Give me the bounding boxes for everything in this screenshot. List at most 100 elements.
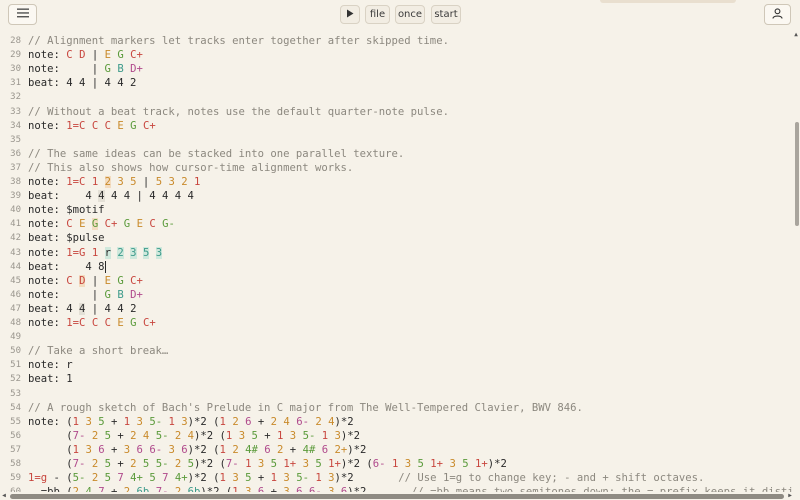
- code-text: note: C D | E G C+: [28, 274, 143, 288]
- code-token: |: [136, 176, 156, 188]
- code-token: )*2: [334, 415, 354, 428]
- code-token: D+: [130, 288, 143, 301]
- line-number: 52: [10, 374, 21, 385]
- code-line[interactable]: 40 note: $motif: [0, 203, 792, 217]
- line-number: 43: [10, 247, 21, 258]
- code-line[interactable]: 51 note: r: [0, 358, 792, 372]
- file-button[interactable]: file: [365, 5, 390, 24]
- once-button[interactable]: once: [395, 5, 425, 24]
- code-line[interactable]: 45 note: C D | E G C+: [0, 274, 792, 288]
- start-button[interactable]: start: [431, 5, 461, 24]
- code-line[interactable]: 32: [0, 90, 792, 104]
- code-token: +: [251, 415, 271, 428]
- code-line[interactable]: 53: [0, 387, 792, 401]
- code-token: 7-: [72, 458, 86, 470]
- code-line[interactable]: 57 (1 3 6 + 3 6 6- 3 6)*2 (1 2 4# 6 2 + …: [0, 443, 792, 457]
- code-line[interactable]: 35: [0, 133, 792, 147]
- line-number: 29: [10, 50, 21, 61]
- code-line[interactable]: 42 beat: $pulse: [0, 231, 792, 245]
- line-number: 31: [10, 78, 21, 89]
- code-line[interactable]: 28 // Alignment markers let tracks enter …: [0, 34, 792, 48]
- code-line[interactable]: 48 note: 1=C C C E G C+: [0, 316, 792, 330]
- menu-button[interactable]: [8, 4, 37, 25]
- code-token: beat: 4: [28, 302, 80, 315]
- code-line[interactable]: 31 beat: 4 4 | 4 4 2: [0, 76, 792, 90]
- code-token: 4#: [245, 443, 258, 456]
- code-token: 2+: [334, 443, 348, 456]
- scroll-right-arrow-icon[interactable]: ▶: [786, 492, 794, 500]
- code-token: beat: 4 4 | 4 4 2: [28, 77, 137, 90]
- line-number: 33: [10, 106, 21, 117]
- code-line[interactable]: 34 note: 1=C C C E G C+: [0, 119, 792, 133]
- code-line[interactable]: 29 note: C D | E G C+: [0, 48, 792, 62]
- code-line[interactable]: 33 // Without a beat track, notes use the…: [0, 105, 792, 119]
- top-toolbar: file once start: [0, 0, 800, 30]
- code-token: - (: [47, 472, 73, 485]
- line-number: 39: [10, 191, 21, 202]
- code-token: +: [104, 443, 124, 456]
- vertical-scrollbar-thumb[interactable]: [795, 122, 799, 226]
- code-text: note: | G B D+: [28, 288, 143, 302]
- code-line[interactable]: 60 =bb (2 4 7 + 2 6b 7- 2 6b)*2 (1 3 6 +…: [0, 485, 792, 492]
- scroll-left-arrow-icon[interactable]: ◀: [0, 492, 8, 500]
- line-number: 35: [10, 134, 21, 145]
- code-line[interactable]: 43 note: 1=G 1 r 2 3 5 3: [0, 246, 792, 260]
- code-line[interactable]: 59 1=g - (5- 2 5 7 4+ 5 7 4+)*2 (1 3 5 + …: [0, 471, 792, 485]
- code-line[interactable]: 36 // The same ideas can be stacked into …: [0, 147, 792, 161]
- code-token: note: |: [28, 63, 105, 76]
- code-editor[interactable]: 28 // Alignment markers let tracks enter …: [0, 30, 792, 492]
- user-button[interactable]: [764, 4, 791, 25]
- code-token: 4#: [302, 443, 316, 456]
- line-number: 57: [10, 444, 21, 455]
- line-number: 50: [10, 346, 21, 357]
- code-token: 1=G: [66, 246, 86, 259]
- scroll-up-arrow-icon[interactable]: ▲: [792, 31, 800, 39]
- horizontal-scrollbar-thumb[interactable]: [10, 494, 784, 499]
- code-line[interactable]: 37 // This also shows how cursor-time ali…: [0, 161, 792, 175]
- line-number: 32: [10, 92, 21, 103]
- code-token: beat: 1: [28, 373, 73, 386]
- code-line[interactable]: 46 note: | G B D+: [0, 288, 792, 302]
- code-token: | 4 4 2: [85, 302, 137, 315]
- code-token: 6-: [296, 415, 309, 428]
- code-token: G-: [162, 218, 175, 231]
- code-token: beat: 4: [28, 190, 99, 203]
- code-line[interactable]: 39 beat: 4 4 4 4 | 4 4 4 4: [0, 189, 792, 203]
- play-button[interactable]: [340, 5, 360, 24]
- code-token: C+: [142, 119, 156, 132]
- line-number: 44: [10, 261, 21, 272]
- vertical-scrollbar-track[interactable]: [792, 30, 800, 492]
- code-comment: // Take a short break…: [28, 345, 169, 358]
- code-line[interactable]: 38 note: 1=C 1 2 3 5 | 5 3 2 1: [0, 175, 792, 189]
- code-token: 1=C: [66, 317, 86, 329]
- code-line[interactable]: 50 // Take a short break…: [0, 344, 792, 358]
- line-number: 53: [10, 388, 21, 399]
- code-token: note: $motif: [28, 204, 105, 217]
- code-text: // Without a beat track, notes use the d…: [28, 105, 449, 119]
- code-line[interactable]: 54 // A rough sketch of Bach's Prelude in…: [0, 401, 792, 415]
- code-line[interactable]: 44 beat: 4 8: [0, 260, 792, 274]
- line-number: 37: [10, 162, 21, 173]
- code-line[interactable]: 41 note: C E G C+ G E C G-: [0, 217, 792, 231]
- code-line[interactable]: 47 beat: 4 4 | 4 4 2: [0, 302, 792, 316]
- code-token: (: [28, 458, 73, 470]
- code-token: )*2 (: [187, 415, 220, 428]
- code-line[interactable]: 56 (7- 2 5 + 2 4 5- 2 4)*2 (1 3 5 + 1 3 …: [0, 429, 792, 443]
- code-line[interactable]: 52 beat: 1: [0, 372, 792, 386]
- code-token: note:: [28, 119, 67, 132]
- code-line[interactable]: 49: [0, 330, 792, 344]
- code-token: 4+: [130, 472, 143, 485]
- code-comment: // Alignment markers let tracks enter to…: [28, 35, 449, 47]
- code-token: )*2: [347, 443, 367, 456]
- code-token: note: |: [28, 288, 105, 301]
- code-token: 7-: [72, 429, 86, 442]
- code-line[interactable]: 30 note: | G B D+: [0, 62, 792, 76]
- code-token: )*2: [340, 429, 361, 442]
- code-comment: // A rough sketch of Bach's Prelude in C…: [28, 401, 583, 414]
- code-line[interactable]: 55 note: (1 3 5 + 1 3 5- 1 3)*2 (1 2 6 + …: [0, 415, 792, 429]
- code-token: 5-: [72, 472, 86, 485]
- code-line[interactable]: 58 (7- 2 5 + 2 5 5- 2 5)*2 (7- 1 3 5 1+ …: [0, 457, 792, 471]
- code-text: (7- 2 5 + 2 4 5- 2 4)*2 (1 3 5 + 1 3 5- …: [28, 429, 360, 443]
